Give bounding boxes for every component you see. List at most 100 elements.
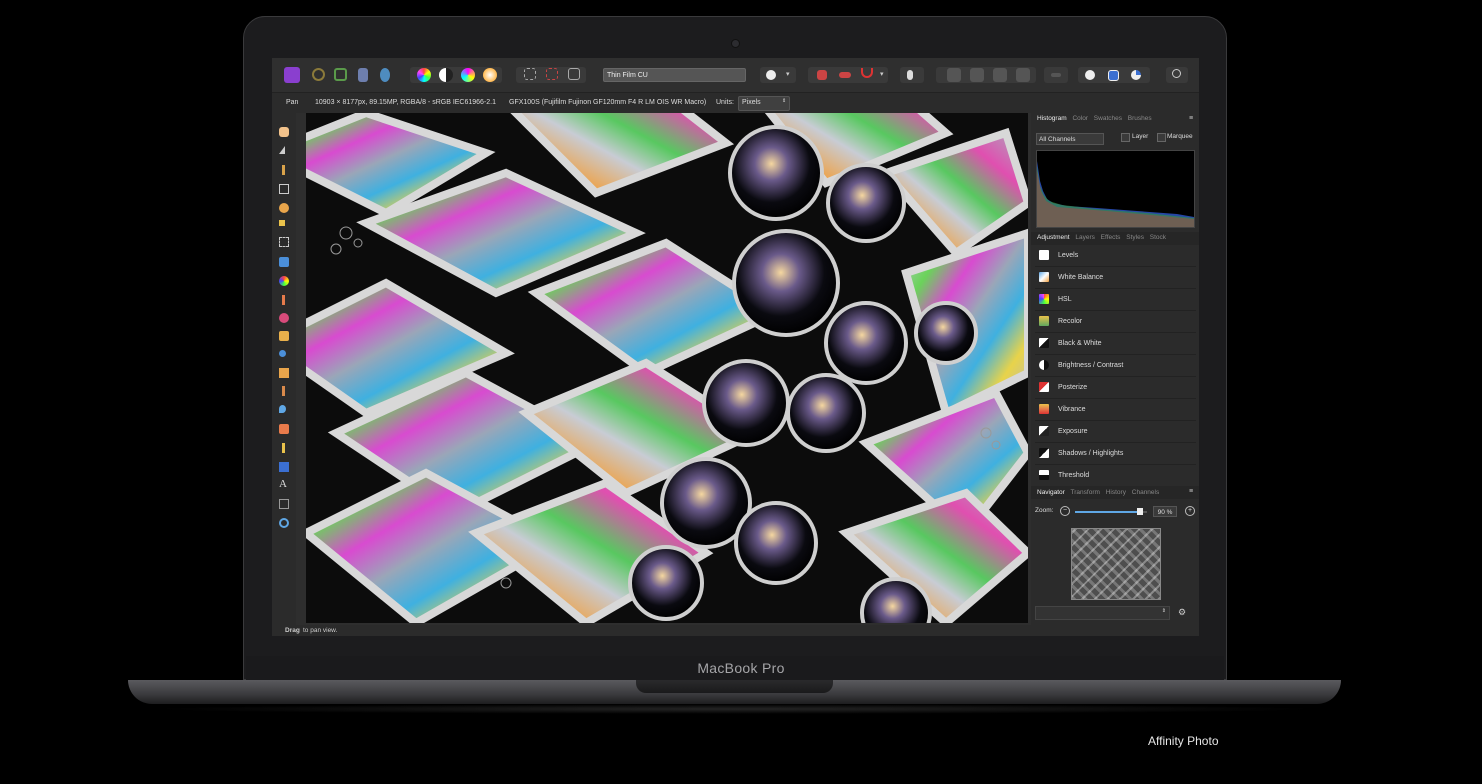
photo-thin-film	[306, 113, 1028, 623]
tab-effects[interactable]: Effects	[1101, 234, 1121, 241]
layer-checkbox[interactable]	[1121, 133, 1130, 142]
dodge-icon[interactable]	[279, 313, 289, 323]
align-icon[interactable]	[1051, 73, 1061, 77]
tab-styles[interactable]: Styles	[1126, 234, 1144, 241]
auto-white-balance-icon[interactable]	[483, 68, 497, 82]
tools-panel: A	[272, 113, 296, 625]
tab-layers[interactable]: Layers	[1075, 234, 1095, 241]
healing-icon[interactable]	[279, 424, 289, 434]
tab-history[interactable]: History	[1106, 489, 1126, 496]
auto-color-icon[interactable]	[461, 68, 475, 82]
chevron-down-icon[interactable]: ▾	[880, 68, 894, 82]
marquee-checkbox[interactable]	[1157, 133, 1166, 142]
quick-mask-icon[interactable]	[766, 70, 776, 80]
zoom-out-icon[interactable]: −	[1060, 506, 1070, 516]
adjustment-levels[interactable]: Levels	[1035, 245, 1196, 267]
add-icon[interactable]	[1085, 70, 1095, 80]
channel-select[interactable]: All Channels	[1036, 133, 1104, 145]
hand-icon[interactable]	[279, 127, 289, 137]
flood-fill-icon[interactable]	[279, 257, 289, 267]
black-white-icon	[1039, 338, 1049, 348]
document-canvas[interactable]	[306, 113, 1028, 623]
snapping-icon[interactable]	[817, 70, 827, 80]
tab-brushes[interactable]: Brushes	[1128, 115, 1152, 122]
adjustment-brightness-contrast[interactable]: Brightness / Contrast	[1035, 355, 1196, 377]
status-text: to pan view.	[303, 627, 338, 634]
deselect-icon[interactable]	[546, 68, 558, 80]
tab-color[interactable]: Color	[1072, 115, 1088, 122]
adjustment-posterize[interactable]: Posterize	[1035, 377, 1196, 399]
develop-persona-icon[interactable]	[334, 68, 347, 81]
app-persona-icon[interactable]	[284, 67, 300, 83]
crop-icon[interactable]	[279, 184, 289, 194]
tab-channels[interactable]: Channels	[1132, 489, 1159, 496]
alignment-icon[interactable]	[839, 72, 851, 78]
smudge-icon[interactable]	[282, 386, 285, 396]
tab-histogram[interactable]: Histogram	[1037, 115, 1067, 122]
arrange-backward-icon[interactable]	[970, 68, 984, 82]
rectangle-icon[interactable]	[279, 462, 289, 472]
color-wheel-icon[interactable]	[417, 68, 431, 82]
camera-info: GFX100S (Fujifilm Fujinon GF120mm F4 R L…	[509, 99, 707, 106]
blur-icon[interactable]	[279, 405, 286, 413]
shadows-highlights-icon	[1039, 448, 1049, 458]
arrange-back-icon[interactable]	[947, 68, 961, 82]
navigator-view-select[interactable]: ⇕	[1035, 606, 1170, 620]
preset-name-field[interactable]: Thin Film CU	[603, 68, 746, 82]
arrange-front-icon[interactable]	[1016, 68, 1030, 82]
levels-icon	[1039, 250, 1049, 260]
clone-icon[interactable]	[279, 350, 286, 357]
liquify-persona-icon[interactable]	[312, 68, 325, 81]
flood-select-icon[interactable]	[279, 220, 285, 226]
zoom-icon[interactable]	[279, 518, 289, 528]
zoom-slider-fill	[1075, 511, 1140, 513]
paint-brush-icon[interactable]	[282, 295, 285, 305]
gradient-icon[interactable]	[279, 276, 289, 286]
zoom-slider-track[interactable]	[1075, 508, 1147, 515]
pen-icon[interactable]	[282, 443, 285, 453]
navigator-thumbnail[interactable]	[1071, 528, 1161, 600]
adjustment-hsl[interactable]: HSL	[1035, 289, 1196, 311]
select-all-icon[interactable]	[524, 68, 536, 80]
chevron-down-icon[interactable]: ▾	[786, 68, 800, 82]
adjustment-recolor[interactable]: Recolor	[1035, 311, 1196, 333]
contrast-icon[interactable]	[439, 68, 453, 82]
chevron-updown-icon: ⇕	[1161, 608, 1166, 614]
app-caption: Affinity Photo	[1148, 734, 1219, 748]
tab-navigator[interactable]: Navigator	[1037, 489, 1065, 496]
panel-menu-icon[interactable]: ≡	[1189, 488, 1193, 495]
selection-brush-icon[interactable]	[279, 203, 289, 213]
export-persona-icon[interactable]	[380, 68, 390, 82]
intersect-icon[interactable]	[1131, 70, 1141, 80]
adjustment-threshold[interactable]: Threshold	[1035, 465, 1196, 487]
tab-adjustment[interactable]: Adjustment	[1037, 234, 1070, 241]
zoom-value-field[interactable]: 90 %	[1153, 506, 1177, 517]
tab-transform[interactable]: Transform	[1071, 489, 1100, 496]
color-picker-icon[interactable]	[282, 165, 285, 175]
panel-menu-icon[interactable]: ≡	[1189, 115, 1193, 122]
marquee-icon[interactable]	[279, 237, 289, 247]
user-icon[interactable]	[1172, 69, 1181, 78]
mesh-warp-icon[interactable]	[279, 499, 289, 509]
adjustment-vibrance[interactable]: Vibrance	[1035, 399, 1196, 421]
zoom-in-icon[interactable]: +	[1185, 506, 1195, 516]
units-select[interactable]: Pixels ⇕	[738, 96, 790, 111]
tone-mapping-persona-icon[interactable]	[358, 68, 368, 82]
invert-selection-icon[interactable]	[568, 68, 580, 80]
text-icon[interactable]: A	[279, 479, 289, 490]
adjustment-white-balance[interactable]: White Balance	[1035, 267, 1196, 289]
mirror-icon[interactable]	[907, 70, 913, 80]
adjustment-black-white[interactable]: Black & White	[1035, 333, 1196, 355]
tab-stock[interactable]: Stock	[1150, 234, 1166, 241]
arrange-forward-icon[interactable]	[993, 68, 1007, 82]
erase-icon[interactable]	[279, 331, 289, 341]
tab-swatches[interactable]: Swatches	[1094, 115, 1122, 122]
adjustment-shadows-highlights[interactable]: Shadows / Highlights	[1035, 443, 1196, 465]
stamp-icon[interactable]	[279, 368, 289, 378]
zoom-slider-thumb[interactable]	[1136, 508, 1143, 515]
adjustment-exposure[interactable]: Exposure	[1035, 421, 1196, 443]
subtract-icon[interactable]	[1108, 70, 1119, 81]
gear-icon[interactable]: ⚙	[1178, 607, 1186, 618]
current-tool-label: Pan	[286, 99, 299, 106]
move-icon[interactable]	[279, 146, 285, 154]
